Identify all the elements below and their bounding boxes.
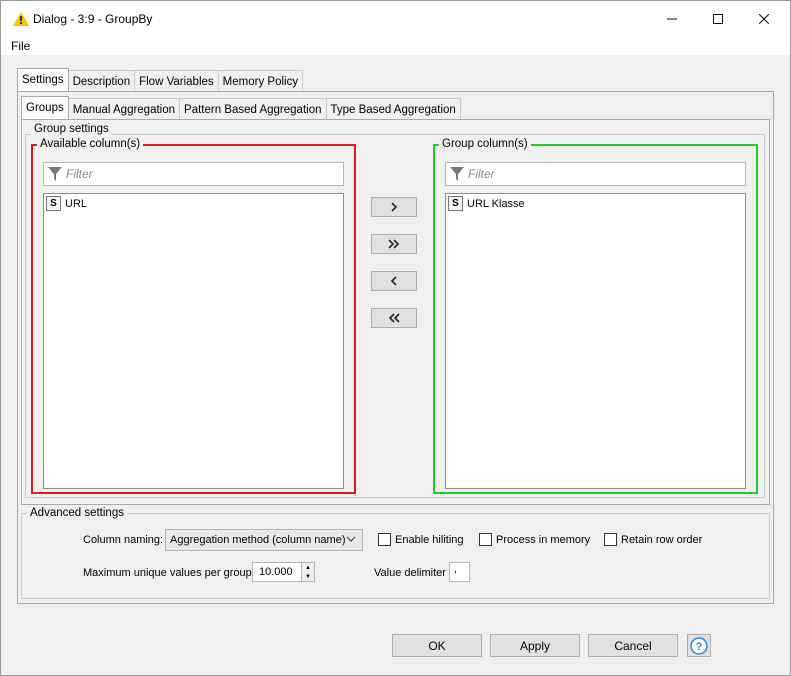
double-chevron-left-icon [388, 313, 400, 323]
list-item[interactable]: S URL Klasse [448, 196, 525, 211]
remove-all-button[interactable] [371, 308, 417, 328]
app-warning-icon [13, 12, 29, 26]
chevron-right-icon [391, 202, 398, 212]
tab-memory-policy[interactable]: Memory Policy [217, 70, 304, 92]
add-all-button[interactable] [371, 234, 417, 254]
group-filter-placeholder: Filter [468, 167, 495, 181]
group-columns-list[interactable]: S URL Klasse [445, 193, 746, 489]
minimize-icon[interactable] [649, 1, 695, 37]
checkbox-box[interactable] [604, 533, 617, 546]
list-item[interactable]: S URL [46, 196, 87, 211]
ok-button[interactable]: OK [392, 634, 482, 657]
dialog-window: Dialog - 3:9 - GroupBy File Settings Des… [0, 0, 791, 676]
process-in-memory-label: Process in memory [496, 533, 591, 546]
column-naming-label: Column naming: [83, 534, 164, 546]
column-name: URL [65, 197, 88, 210]
spinner-down-icon[interactable]: ▼ [301, 572, 314, 581]
spinner-up-icon[interactable]: ▲ [301, 563, 314, 572]
outer-tab-strip: Settings Description Flow Variables Memo… [17, 68, 304, 92]
add-button[interactable] [371, 197, 417, 217]
title-bar: Dialog - 3:9 - GroupBy [1, 1, 790, 37]
max-unique-values-label: Maximum unique values per group [83, 567, 252, 579]
double-chevron-right-icon [388, 239, 400, 249]
tab-description[interactable]: Description [67, 70, 136, 92]
maximize-icon[interactable] [695, 1, 741, 37]
group-columns-legend: Group column(s) [439, 138, 531, 150]
checkbox-box[interactable] [479, 533, 492, 546]
group-filter-input[interactable]: Filter [445, 162, 746, 186]
column-naming-select[interactable]: Aggregation method (column name) [165, 529, 363, 551]
max-unique-values-value: 10.000 [259, 566, 293, 578]
window-title: Dialog - 3:9 - GroupBy [33, 12, 153, 26]
available-columns-list[interactable]: S URL [43, 193, 344, 489]
filter-icon [450, 167, 464, 181]
column-naming-value: Aggregation method (column name) [170, 534, 346, 546]
tab-groups[interactable]: Groups [21, 96, 69, 119]
retain-row-order-label: Retain row order [621, 533, 703, 546]
tab-type-based-aggregation[interactable]: Type Based Aggregation [325, 98, 461, 120]
svg-text:?: ? [696, 641, 703, 653]
process-in-memory-checkbox[interactable]: Process in memory [479, 533, 590, 546]
advanced-settings-fieldset [21, 513, 770, 599]
tab-manual-aggregation[interactable]: Manual Aggregation [67, 98, 181, 120]
available-columns-legend: Available column(s) [37, 138, 144, 150]
chevron-down-icon [346, 532, 356, 549]
advanced-settings-legend: Advanced settings [27, 507, 127, 519]
menu-file[interactable]: File [11, 39, 30, 53]
enable-hiliting-label: Enable hiliting [395, 533, 464, 546]
close-icon[interactable] [741, 1, 787, 37]
max-unique-values-spinner[interactable]: 10.000 ▲ ▼ [252, 562, 315, 582]
enable-hiliting-checkbox[interactable]: Enable hiliting [378, 533, 464, 546]
tab-settings[interactable]: Settings [17, 68, 69, 91]
menu-bar: File [1, 37, 790, 55]
cancel-button[interactable]: Cancel [588, 634, 678, 657]
inner-tab-strip: Groups Manual Aggregation Pattern Based … [21, 96, 461, 120]
remove-button[interactable] [371, 271, 417, 291]
value-delimiter-label: Value delimiter [374, 567, 446, 579]
tab-flow-variables[interactable]: Flow Variables [134, 70, 219, 92]
retain-row-order-checkbox[interactable]: Retain row order [604, 533, 702, 546]
value-delimiter-input[interactable]: , [449, 562, 470, 582]
tab-pattern-based-aggregation[interactable]: Pattern Based Aggregation [179, 98, 327, 120]
help-button[interactable]: ? [687, 634, 711, 657]
filter-icon [48, 167, 62, 181]
apply-button[interactable]: Apply [490, 634, 580, 657]
available-filter-placeholder: Filter [66, 167, 93, 181]
available-filter-input[interactable]: Filter [43, 162, 344, 186]
chevron-left-icon [390, 276, 397, 286]
group-settings-legend: Group settings [31, 123, 112, 135]
checkbox-box[interactable] [378, 533, 391, 546]
column-name: URL Klasse [467, 197, 525, 210]
help-icon: ? [690, 636, 708, 655]
string-type-icon: S [46, 196, 61, 211]
string-type-icon: S [448, 196, 463, 211]
